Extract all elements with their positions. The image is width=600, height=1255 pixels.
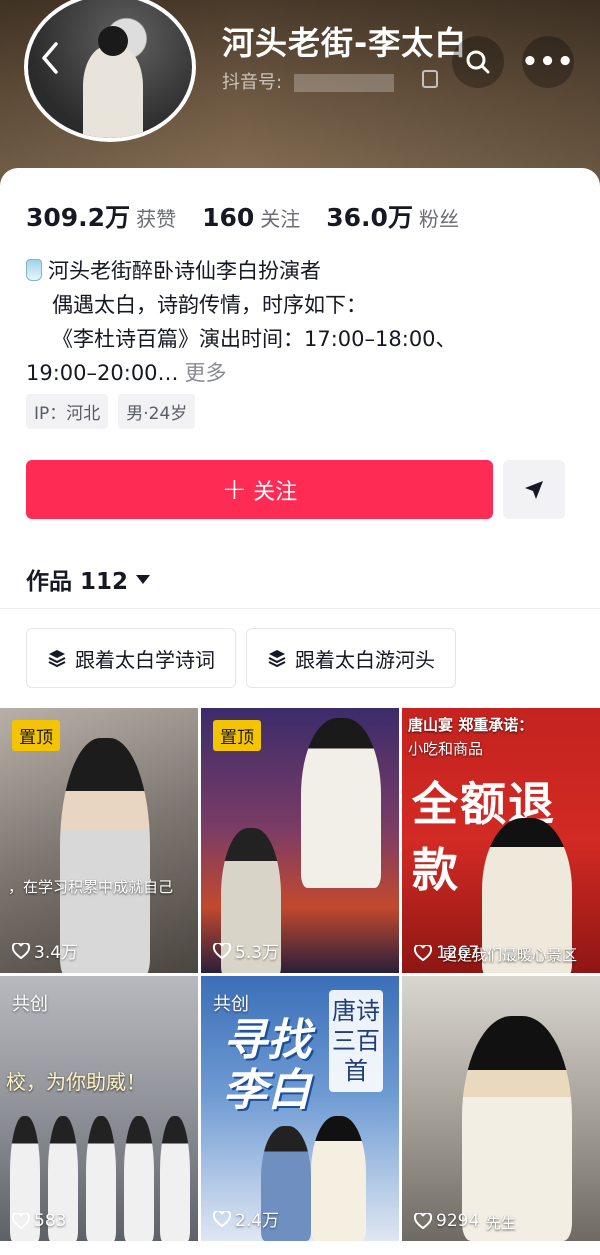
search-icon xyxy=(466,50,490,74)
like-count: 1267 xyxy=(414,943,479,963)
heart-icon xyxy=(213,942,231,959)
follow-label: 关注 xyxy=(253,479,298,505)
like-count-text: 5.3万 xyxy=(235,943,280,963)
bio-more-link[interactable]: 更多 xyxy=(185,361,227,385)
person-figure xyxy=(301,718,381,888)
chevron-left-icon xyxy=(42,42,58,74)
video-tile[interactable]: 置顶 5.3万 xyxy=(201,708,399,973)
profile-nickname: 河头老街-李太白 xyxy=(222,24,468,62)
layers-icon xyxy=(48,650,66,668)
bio-line-1: 河头老街醉卧诗仙李白扮演者 xyxy=(26,254,576,288)
like-count: 2.4万 xyxy=(213,1206,279,1231)
gender-age-tag: 男·24岁 xyxy=(118,394,196,429)
collections-row: 跟着太白学诗词 跟着太白游河头 xyxy=(26,628,456,688)
douyin-id-mask xyxy=(293,74,394,92)
like-count-text: 583 xyxy=(34,1211,67,1231)
stat-value: 36.0万 xyxy=(326,203,413,232)
search-button[interactable] xyxy=(452,36,504,88)
video-tile[interactable]: 置顶 ，在学习积累中成就自己 3.4万 xyxy=(0,708,198,973)
video-caption: 校，为你助威！ xyxy=(6,1070,146,1094)
person-figure xyxy=(311,1116,366,1241)
heart-icon xyxy=(414,1213,432,1229)
pinned-badge: 置顶 xyxy=(213,720,261,751)
bottle-icon xyxy=(26,259,42,281)
bio-text: 19:00–20:00… xyxy=(26,361,179,385)
video-sub-text: 小吃和商品 xyxy=(408,740,484,758)
video-tile[interactable]: 共创 寻找李白 唐诗三百首 2.4万 xyxy=(201,976,399,1241)
works-label: 作品 112 xyxy=(26,569,129,595)
cocreate-badge: 共创 xyxy=(12,994,48,1015)
bio: 河头老街醉卧诗仙李白扮演者 偶遇太白，诗韵传情，时序如下： 《李杜诗百篇》演出时… xyxy=(26,254,576,390)
person-figure xyxy=(86,1116,116,1241)
plus-icon: + xyxy=(221,472,248,507)
collection-label: 跟着太白游河头 xyxy=(295,647,435,672)
like-count: 3.4万 xyxy=(12,938,78,963)
back-button[interactable] xyxy=(30,40,70,80)
heart-icon xyxy=(414,945,432,961)
works-tab[interactable]: 作品 112 xyxy=(26,562,151,596)
douyin-id: 抖音号: xyxy=(222,68,394,94)
bio-line-4: 19:00–20:00… 更多 xyxy=(26,356,576,390)
like-count-text: 3.4万 xyxy=(34,943,79,963)
stat-following[interactable]: 160 关注 xyxy=(202,203,300,232)
profile-tags: IP：河北 男·24岁 xyxy=(26,394,196,429)
douyin-id-label: 抖音号: xyxy=(222,72,288,93)
person-figure xyxy=(160,1116,190,1241)
video-grid: 置顶 ，在学习积累中成就自己 3.4万 置顶 5.3万 唐山宴 郑重承诺： 小吃… xyxy=(0,708,600,1241)
stat-likes[interactable]: 309.2万 获赞 xyxy=(26,198,176,234)
video-tile[interactable]: 唐山宴 郑重承诺： 小吃和商品 全额退款 更是我们最暖心景区 1267 xyxy=(402,708,600,973)
follow-button[interactable]: + 关注 xyxy=(26,460,493,519)
heart-icon xyxy=(213,1210,231,1227)
layers-icon xyxy=(268,650,286,668)
pinned-badge: 置顶 xyxy=(12,720,60,751)
stat-followers[interactable]: 36.0万 粉丝 xyxy=(326,198,459,234)
copy-icon[interactable] xyxy=(422,70,438,88)
like-count-text: 2.4万 xyxy=(235,1211,280,1231)
caret-down-icon xyxy=(136,574,151,584)
stat-label: 粉丝 xyxy=(418,207,459,231)
like-count: 583 xyxy=(12,1211,66,1231)
heart-icon xyxy=(12,942,30,959)
stat-value: 309.2万 xyxy=(26,203,131,232)
collection-label: 跟着太白学诗词 xyxy=(75,647,215,672)
like-count-text: 1267 xyxy=(436,943,480,963)
bio-line-2: 偶遇太白，诗韵传情，时序如下： xyxy=(52,293,367,317)
video-caption: ，在学习积累中成就自己 xyxy=(8,878,174,896)
stat-value: 160 xyxy=(202,203,255,232)
like-count: 9294 xyxy=(414,1211,479,1231)
profile-card: 309.2万 获赞 160 关注 36.0万 粉丝 河头老街醉卧诗仙李白扮演者 偶遇太… xyxy=(0,168,600,1255)
collection-chip[interactable]: 跟着太白学诗词 xyxy=(26,628,236,688)
bio-line-3: 《李杜诗百篇》演出时间：17:00–18:00、 xyxy=(52,327,457,351)
message-button[interactable] xyxy=(503,460,565,519)
stat-label: 关注 xyxy=(260,207,301,231)
heart-icon xyxy=(12,1213,30,1229)
cocreate-badge: 共创 xyxy=(213,994,249,1015)
collection-chip[interactable]: 跟着太白游河头 xyxy=(246,628,456,688)
divider xyxy=(0,608,600,609)
video-title-text: 寻找李白 xyxy=(223,1015,311,1116)
video-tile[interactable]: 共创 校，为你助威！ 583 xyxy=(0,976,198,1241)
bio-text: 河头老街醉卧诗仙李白扮演者 xyxy=(48,259,321,283)
video-poem-text: 唐诗三百首 xyxy=(329,990,383,1092)
more-icon: ••• xyxy=(521,47,575,77)
send-icon xyxy=(525,480,543,499)
video-tile[interactable]: 先生 9294 xyxy=(402,976,600,1241)
video-caption: 先生 xyxy=(486,1214,517,1232)
like-count: 5.3万 xyxy=(213,938,279,963)
ip-tag: IP：河北 xyxy=(26,394,109,429)
stat-label: 获赞 xyxy=(136,207,177,231)
person-figure xyxy=(462,1016,572,1241)
more-button[interactable]: ••• xyxy=(522,36,574,88)
video-top-text: 唐山宴 郑重承诺： xyxy=(408,716,534,734)
like-count-text: 9294 xyxy=(436,1211,480,1231)
avatar-figure xyxy=(83,26,143,138)
person-figure xyxy=(124,1116,154,1241)
stats-row: 309.2万 获赞 160 关注 36.0万 粉丝 xyxy=(26,198,485,234)
